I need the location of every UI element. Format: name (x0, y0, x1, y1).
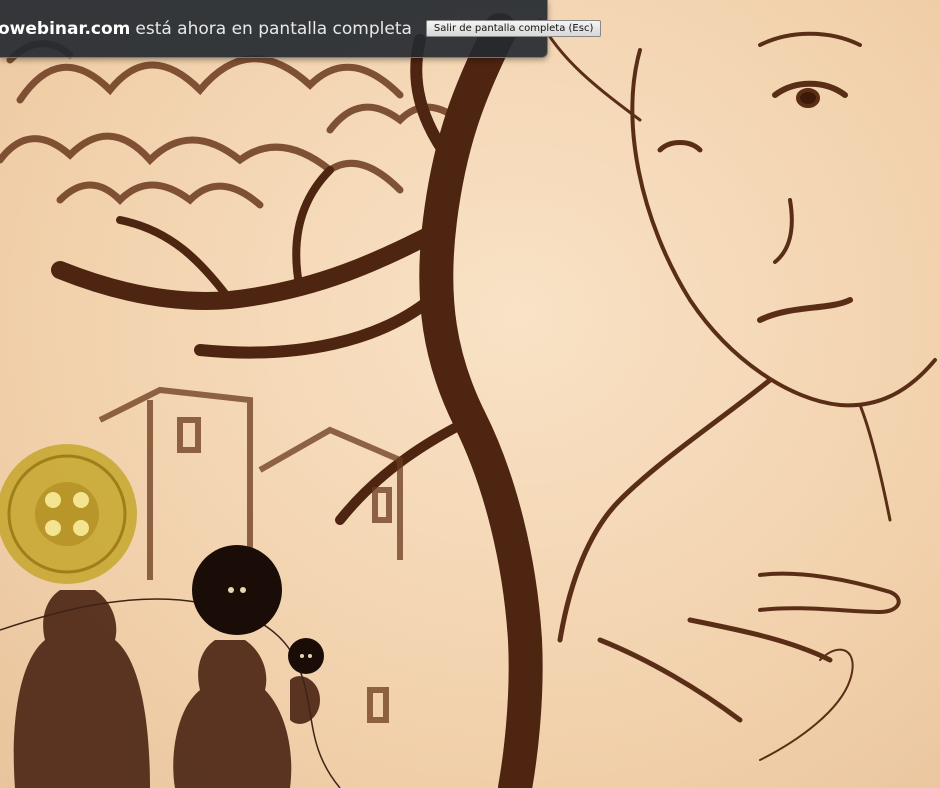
black-button-small-icon (288, 638, 324, 674)
video-frame[interactable] (0, 0, 940, 788)
fullscreen-domain: owebinar.com (0, 18, 131, 39)
buttons-layer (0, 444, 324, 674)
exit-fullscreen-button[interactable]: Salir de pantalla completa (Esc) (425, 20, 602, 37)
fullscreen-notification-bar: owebinar.com está ahora en pantalla compl… (0, 0, 602, 58)
fullscreen-message: owebinar.com está ahora en pantalla compl… (0, 19, 412, 39)
yellow-button-icon (0, 444, 137, 584)
black-button-large-icon (192, 545, 282, 635)
fullscreen-text: está ahora en pantalla completa (135, 18, 412, 39)
